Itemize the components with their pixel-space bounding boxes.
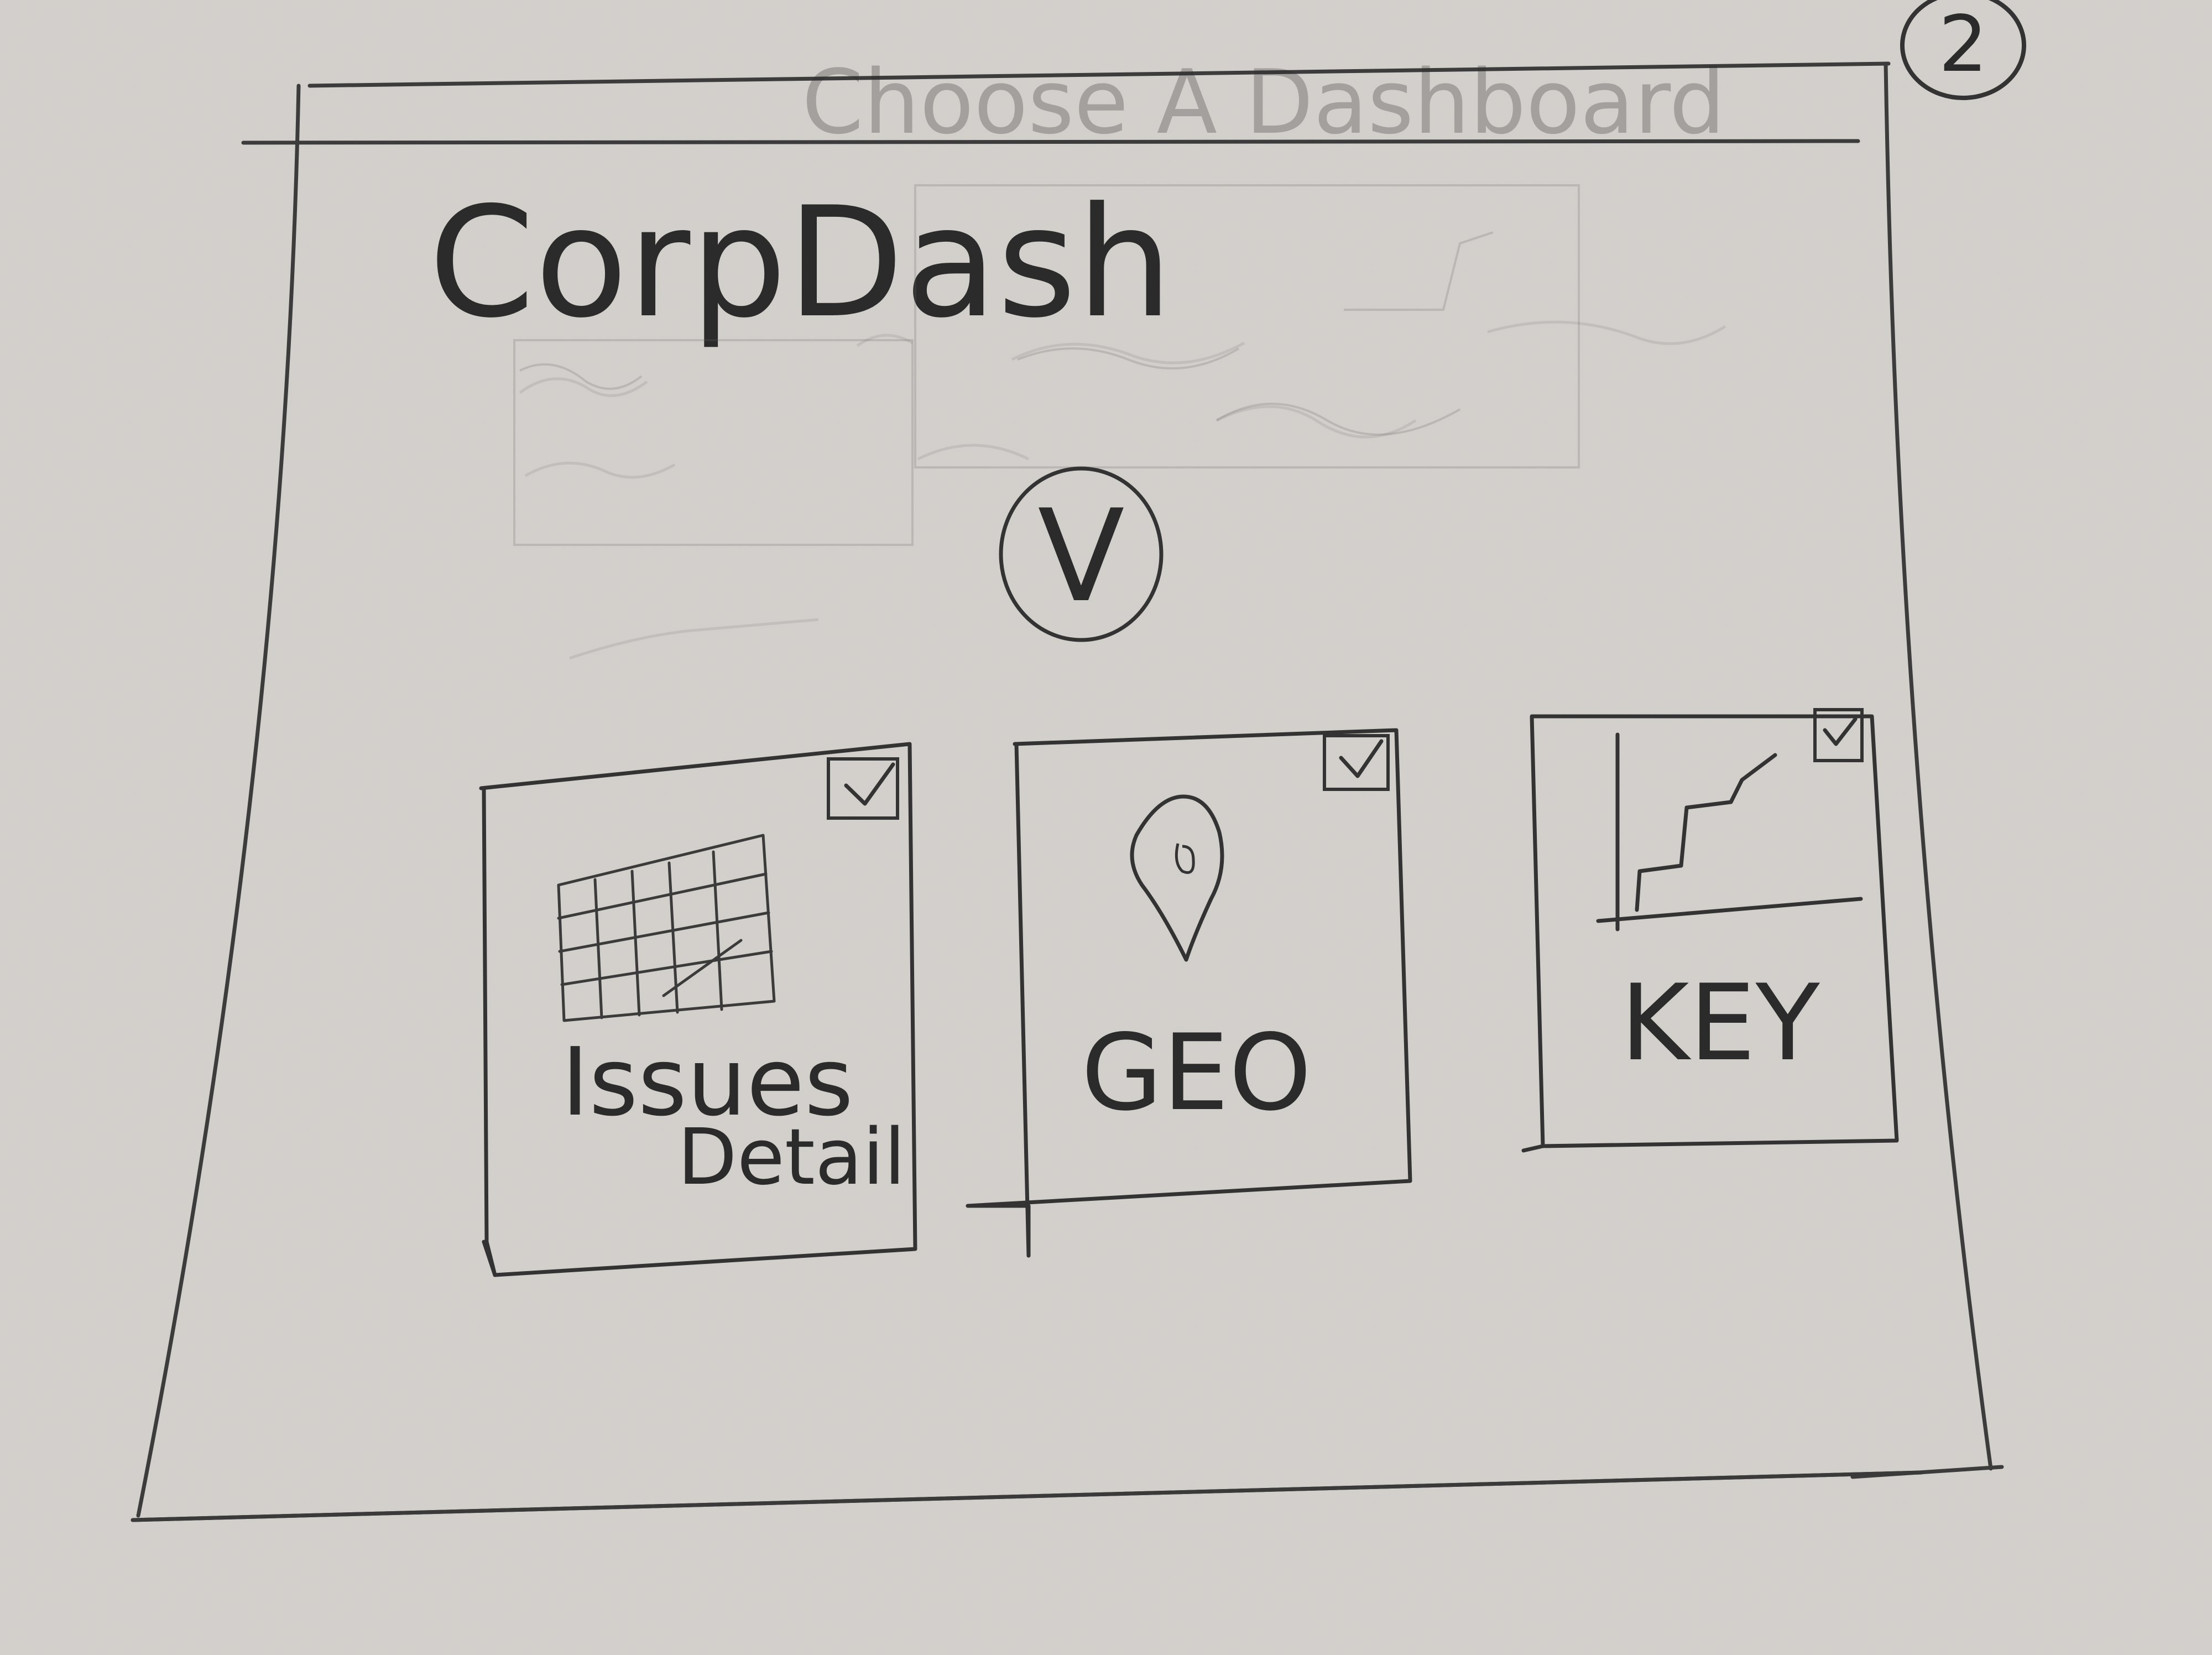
app-title: CorpDash: [429, 174, 1173, 351]
svg-text:2: 2: [1938, 0, 1987, 90]
dropdown-chevron-icon: V: [1037, 483, 1124, 631]
card-title-issues-detail-line2: Detail: [677, 1112, 905, 1203]
card-title-geo: GEO: [1081, 1012, 1312, 1134]
card-title-key: KEY: [1620, 962, 1820, 1084]
header-title: Choose A Dashboard: [802, 50, 1725, 154]
wireframe-sketch: 2 Choose A Dashboard CorpDash V Issues D…: [0, 0, 2212, 1655]
